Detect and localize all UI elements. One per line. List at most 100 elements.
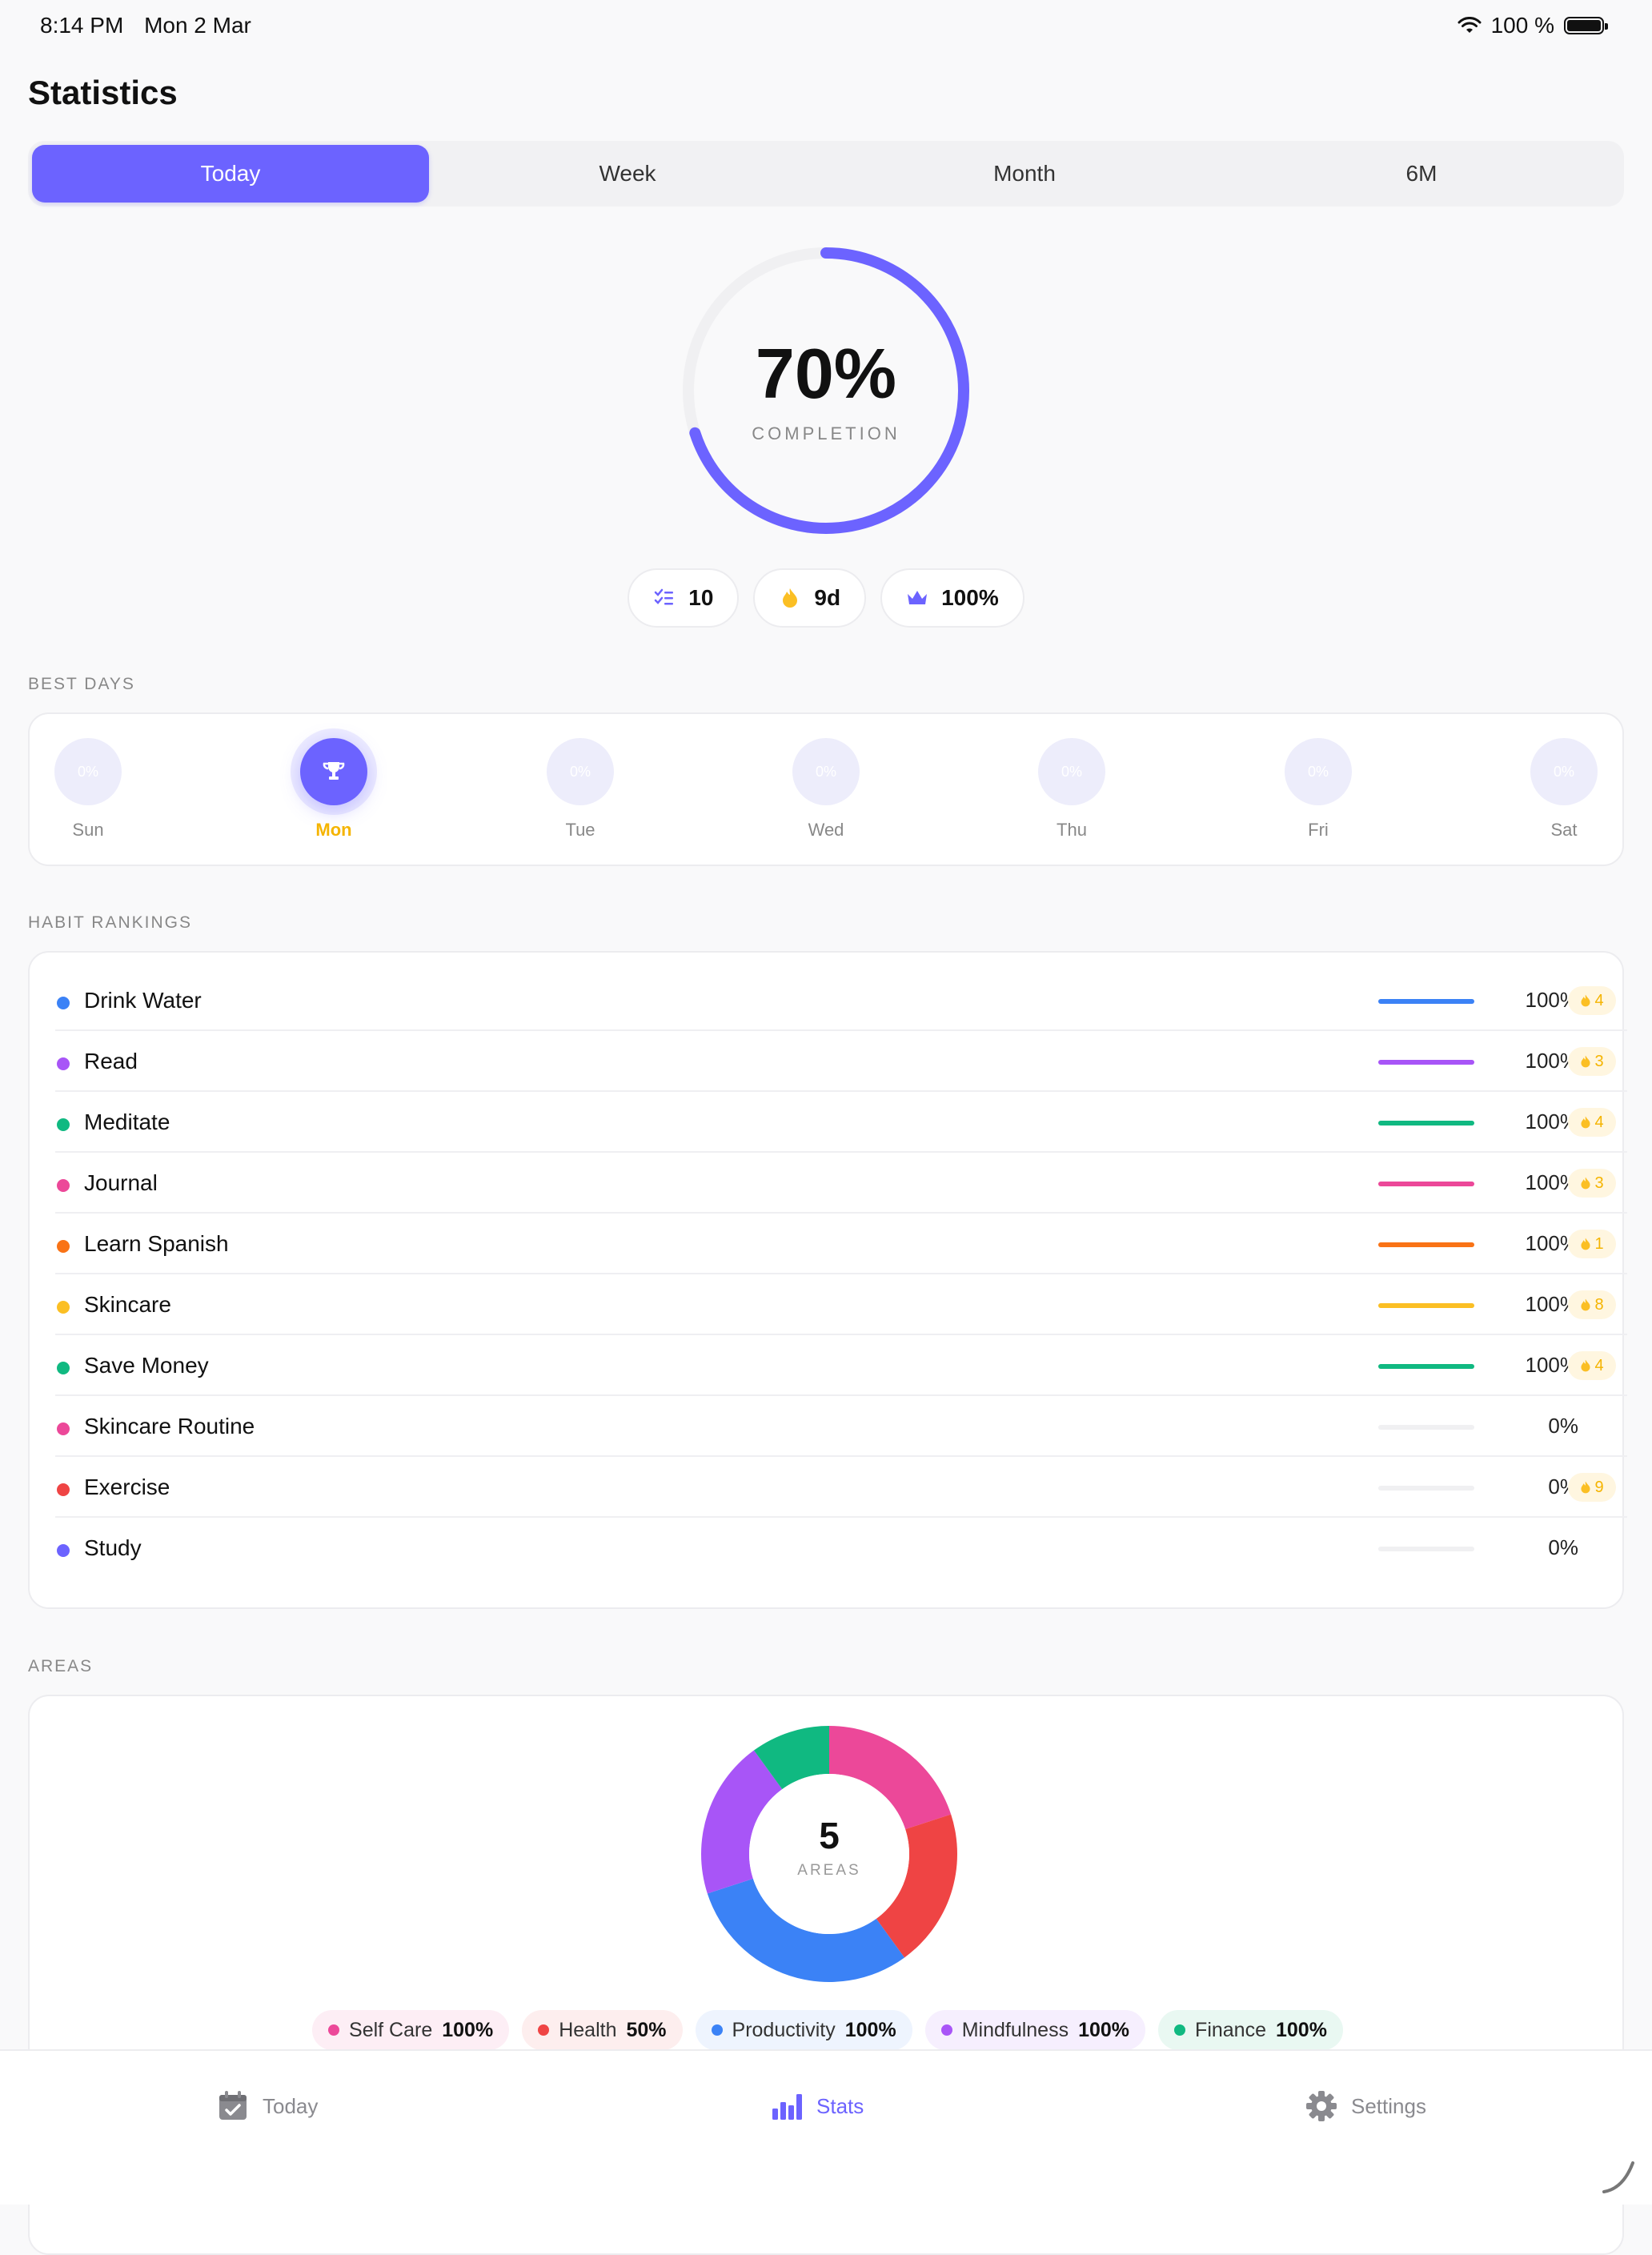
- habit-progress-fill: [1378, 1242, 1474, 1247]
- habit-name: Skincare Routine: [84, 1414, 255, 1438]
- segment-month[interactable]: Month: [826, 145, 1223, 203]
- habit-percent: 100%: [1525, 988, 1579, 1012]
- day-tue[interactable]: 0% Tue: [540, 738, 620, 841]
- area-value: 50%: [626, 2018, 667, 2041]
- flame-icon: [1581, 1298, 1590, 1311]
- habit-row[interactable]: Skincare Routine 0%: [55, 1396, 1627, 1457]
- segment-today[interactable]: Today: [32, 145, 429, 203]
- tab-stats[interactable]: Stats: [770, 2089, 864, 2123]
- habit-row[interactable]: Skincare 100% 8: [55, 1274, 1627, 1335]
- area-name: Health: [559, 2018, 617, 2041]
- day-sun[interactable]: 0% Sun: [48, 738, 128, 841]
- habit-row[interactable]: Drink Water 100% 4: [55, 970, 1627, 1031]
- habit-color-dot: [57, 1362, 70, 1374]
- area-chip[interactable]: Mindfulness 100%: [924, 2010, 1146, 2050]
- day-circle: [300, 738, 367, 805]
- habit-streak-badge: 4: [1568, 1351, 1616, 1380]
- day-circle: 0%: [1038, 738, 1105, 805]
- habit-progress-bar: [1378, 1547, 1474, 1551]
- habit-name: Save Money: [84, 1353, 209, 1378]
- area-chip[interactable]: Productivity 100%: [695, 2010, 912, 2050]
- habit-streak-value: 4: [1594, 1356, 1604, 1374]
- habit-streak-badge: 3: [1568, 1169, 1616, 1198]
- habit-progress-bar: [1378, 999, 1474, 1004]
- habit-progress-fill: [1378, 1182, 1474, 1186]
- flame-icon: [1581, 1359, 1590, 1372]
- area-color-dot: [940, 2024, 952, 2036]
- status-date: Mon 2 Mar: [144, 13, 251, 38]
- flame-icon: [1581, 1238, 1590, 1250]
- areas-donut: 5 AREAS: [697, 1722, 961, 1986]
- area-color-dot: [328, 2024, 340, 2036]
- habit-streak-value: 4: [1594, 1113, 1604, 1131]
- tab-settings[interactable]: Settings: [1305, 2089, 1426, 2123]
- habit-percent: 100%: [1525, 1292, 1579, 1316]
- habit-name: Meditate: [84, 1109, 170, 1134]
- area-chip[interactable]: Health 50%: [522, 2010, 683, 2050]
- habit-name: Exercise: [84, 1475, 170, 1499]
- habit-progress-bar: [1378, 1182, 1474, 1186]
- habit-row[interactable]: Meditate 100% 4: [55, 1092, 1627, 1153]
- habit-row[interactable]: Study 0%: [55, 1518, 1627, 1579]
- habit-progress-fill: [1378, 1060, 1474, 1065]
- habit-name: Learn Spanish: [84, 1231, 229, 1256]
- day-fri[interactable]: 0% Fri: [1278, 738, 1358, 841]
- habit-streak-badge: 8: [1568, 1290, 1616, 1319]
- flame-icon: [779, 587, 801, 609]
- habit-color-dot: [57, 1240, 70, 1253]
- flame-icon: [1581, 1116, 1590, 1129]
- area-name: Mindfulness: [961, 2018, 1069, 2041]
- day-circle: 0%: [547, 738, 614, 805]
- day-label: Tue: [565, 820, 595, 840]
- area-value: 100%: [442, 2018, 494, 2041]
- day-circle: 0%: [792, 738, 860, 805]
- habit-streak-badge: 1: [1568, 1230, 1616, 1258]
- best-rate-pill: 100%: [880, 568, 1024, 628]
- habit-row[interactable]: Read 100% 3: [55, 1031, 1627, 1092]
- area-value: 100%: [1078, 2018, 1130, 2041]
- habit-color-dot: [57, 1301, 70, 1314]
- habit-row[interactable]: Learn Spanish 100% 1: [55, 1214, 1627, 1274]
- day-thu[interactable]: 0% Thu: [1032, 738, 1112, 841]
- checklist-icon: [653, 587, 676, 609]
- area-name: Finance: [1195, 2018, 1266, 2041]
- habit-name: Study: [84, 1535, 142, 1560]
- habit-name: Read: [84, 1049, 138, 1073]
- area-chip[interactable]: Self Care 100%: [312, 2010, 510, 2050]
- segment-6m[interactable]: 6M: [1223, 145, 1620, 203]
- streak-pill: 9d: [753, 568, 867, 628]
- area-name: Productivity: [732, 2018, 836, 2041]
- habit-row[interactable]: Journal 100% 3: [55, 1153, 1627, 1214]
- segment-week[interactable]: Week: [429, 145, 826, 203]
- habit-row[interactable]: Save Money 100% 4: [55, 1335, 1627, 1396]
- day-label: Sat: [1550, 820, 1578, 840]
- habit-color-dot: [57, 1118, 70, 1131]
- page-title: Statistics: [28, 74, 178, 111]
- habit-row[interactable]: Exercise 0% 9: [55, 1457, 1627, 1518]
- day-circle: 0%: [54, 738, 122, 805]
- gear-icon: [1306, 2091, 1337, 2121]
- habit-progress-fill: [1378, 1121, 1474, 1125]
- areas-title: AREAS: [28, 1657, 94, 1675]
- day-mon[interactable]: Mon: [294, 738, 374, 841]
- habit-progress-bar: [1378, 1121, 1474, 1125]
- areas-count: 5: [819, 1815, 840, 1856]
- area-chip[interactable]: Finance 100%: [1158, 2010, 1343, 2050]
- habits-count-pill: 10: [628, 568, 740, 628]
- habit-streak-badge: 4: [1568, 1108, 1616, 1137]
- day-wed[interactable]: 0% Wed: [786, 738, 866, 841]
- habit-streak-value: 9: [1594, 1478, 1604, 1496]
- habit-name: Journal: [84, 1170, 158, 1195]
- calendar-check-icon: [219, 2091, 247, 2120]
- tab-stats-label: Stats: [816, 2093, 864, 2118]
- flame-icon: [1581, 994, 1590, 1007]
- habit-progress-bar: [1378, 1060, 1474, 1065]
- day-label: Wed: [808, 820, 844, 840]
- day-sat[interactable]: 0% Sat: [1524, 738, 1604, 841]
- tab-today[interactable]: Today: [216, 2089, 318, 2123]
- flame-icon: [1581, 1177, 1590, 1190]
- habit-color-dot: [57, 1422, 70, 1435]
- habit-rankings-card: Drink Water 100% 4 Read 100% 3 Meditate 100% 4 Jo…: [28, 951, 1627, 1609]
- area-color-dot: [711, 2024, 723, 2036]
- status-time: 8:14 PM: [40, 13, 124, 38]
